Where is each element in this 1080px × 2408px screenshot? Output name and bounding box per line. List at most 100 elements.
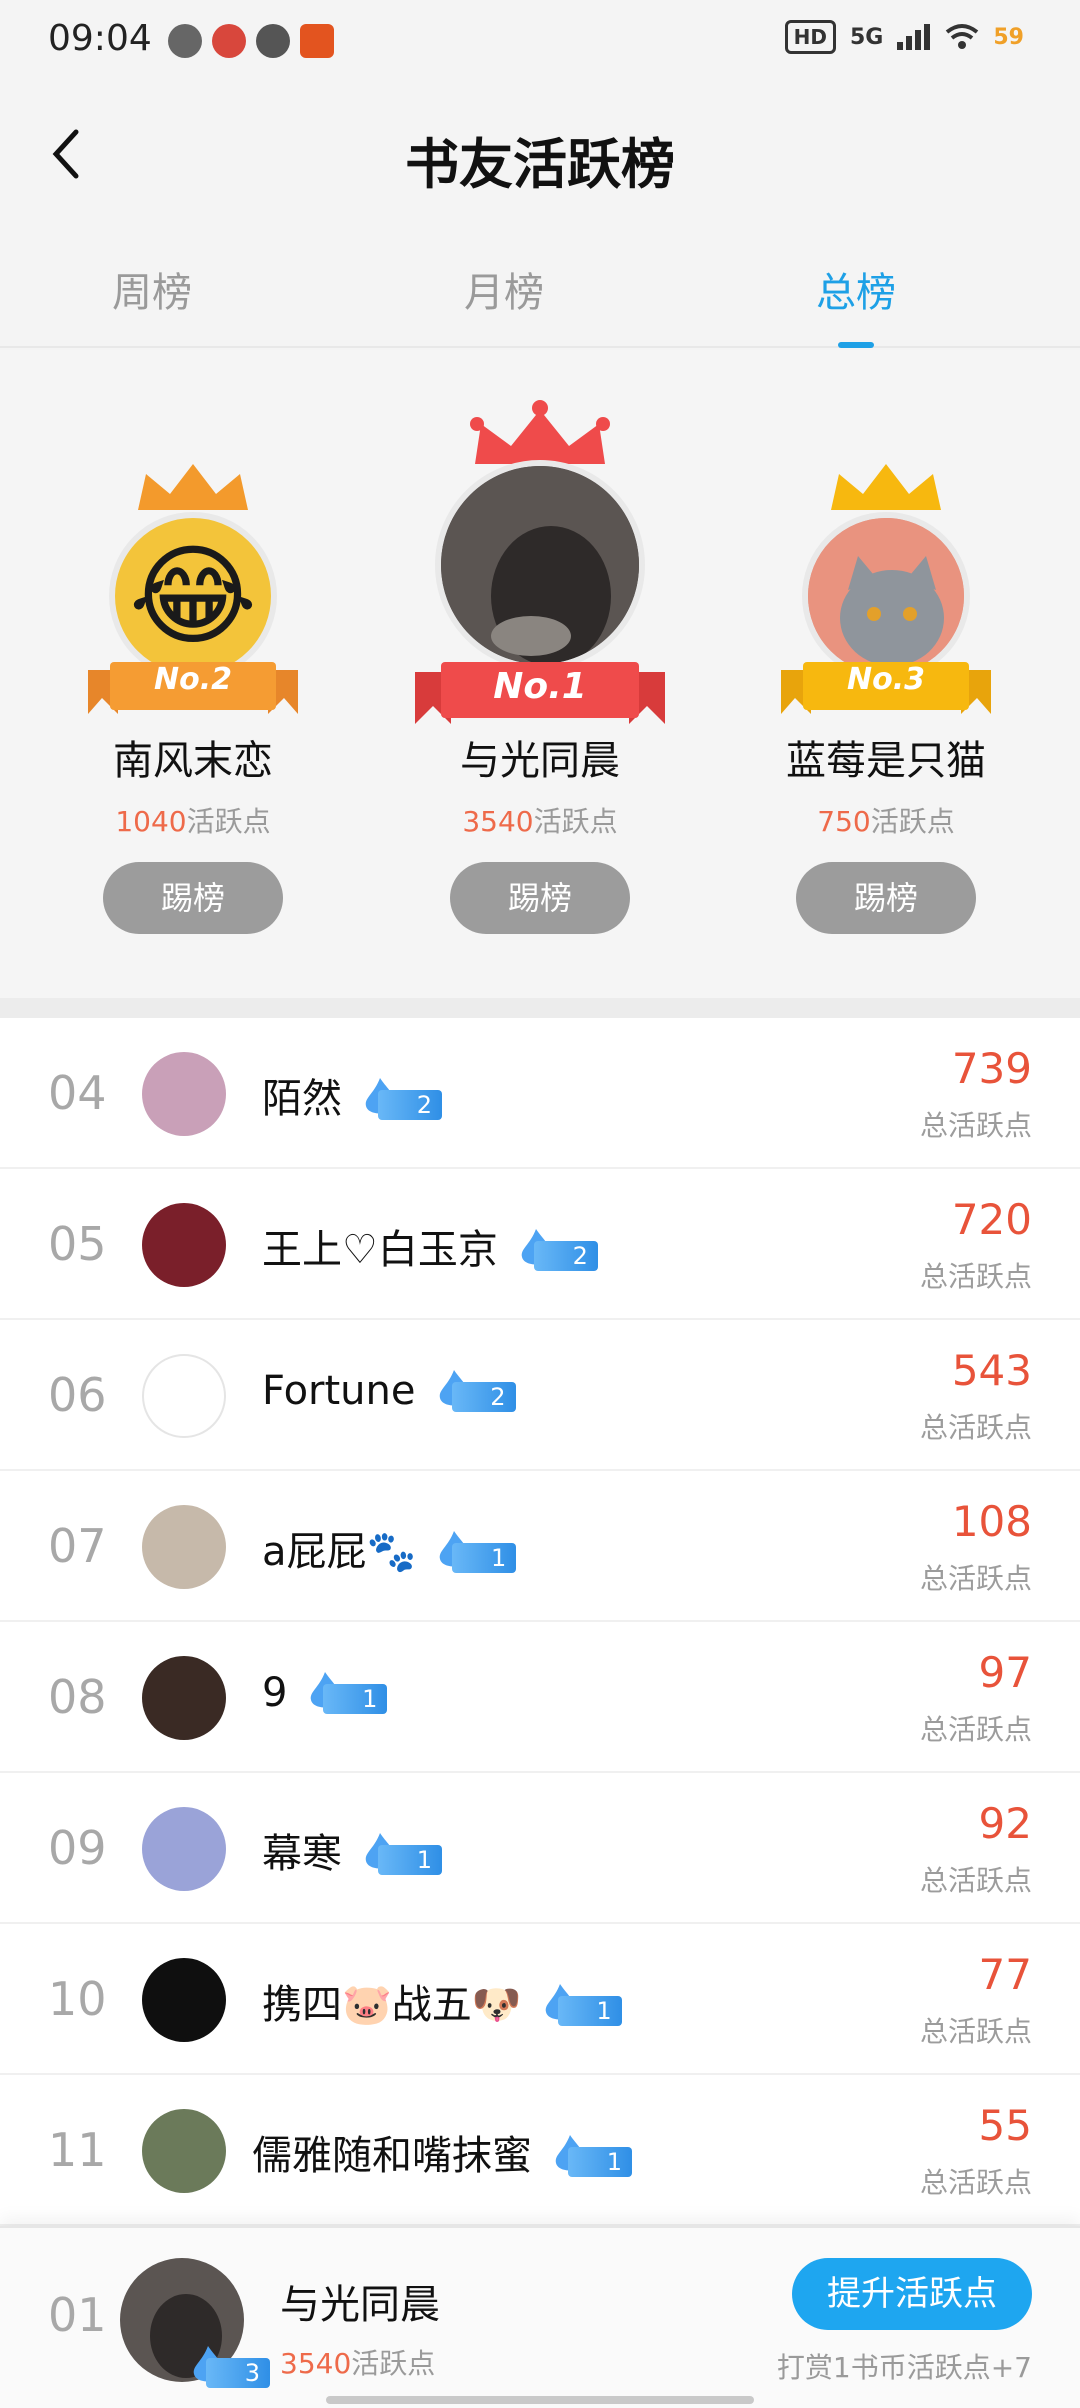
podium-first: No.1 与光同晨 3540活跃点 踢榜 [390,350,690,990]
podium-name: 蓝莓是只猫 [786,738,986,784]
list-item[interactable]: 07 a屁屁🐾 1 108 总活跃点 [0,1471,1080,1622]
rank-number: 09 [48,1821,107,1875]
podium-name: 与光同晨 [460,738,620,784]
score: 739 [951,1044,1032,1093]
tab-total[interactable]: 总榜 [756,260,956,318]
podium: 😂 No.2 南风末恋 1040活跃点 踢榜 No.1 与光同晨 3540活跃点… [0,350,1080,998]
list-item[interactable]: 06 Fortune 2 543 总活跃点 [0,1320,1080,1471]
rank-number: 04 [48,1066,107,1120]
user-name: 陌然 2 [262,1066,442,1124]
rank-number: 08 [48,1670,107,1724]
level-badge: 2 [516,1229,598,1271]
podium-second: 😂 No.2 南风末恋 1040活跃点 踢榜 [43,350,343,990]
user-name: Fortune 2 [262,1368,516,1414]
level-badge: 1 [360,1833,442,1875]
list-item[interactable]: 05 王上♡白玉京 2 720 总活跃点 [0,1169,1080,1320]
score-label: 总活跃点 [919,1864,1032,1897]
home-indicator[interactable] [326,2396,754,2404]
score-label: 总活跃点 [919,1562,1032,1595]
score: 77 [978,1950,1032,1999]
avatar[interactable] [435,460,645,670]
hd-icon: HD [784,20,836,54]
signal-icon: 5G [850,24,884,50]
score: 92 [978,1799,1032,1848]
user-name: 91 [262,1670,388,1716]
level-badge: 1 [540,1984,622,2026]
score-label: 总活跃点 [919,2015,1032,2048]
user-name: 儒雅随和嘴抹蜜 1 [252,2123,632,2181]
level-badge: 3 [188,2346,270,2388]
rank-badge: No.1 [493,666,587,707]
boost-activity-button[interactable]: 提升活跃点 [792,2258,1032,2330]
score: 55 [978,2101,1032,2150]
podium-points: 3540活跃点 [462,805,618,838]
section-divider [0,998,1080,1018]
avatar[interactable] [142,1505,226,1589]
score: 97 [978,1648,1032,1697]
level-badge: 2 [360,1078,442,1120]
app-icon [300,24,334,58]
rank-number: 05 [48,1217,107,1271]
level-badge: 1 [305,1672,388,1714]
avatar[interactable] [142,1958,226,2042]
user-name: 携四🐷战五🐶 1 [262,1972,622,2030]
score: 108 [951,1497,1032,1546]
avatar[interactable] [142,2109,226,2193]
avatar[interactable] [142,1656,226,1740]
level-badge: 1 [434,1531,517,1573]
my-name: 与光同晨 [280,2282,440,2328]
tab-weekly[interactable]: 周榜 [52,260,252,318]
kick-button[interactable]: 踢榜 [103,862,283,934]
my-rank-number: 01 [48,2288,107,2342]
score: 720 [951,1195,1032,1244]
crown-icon [470,400,610,464]
user-name: 王上♡白玉京 2 [262,1217,598,1275]
level-badge: 2 [434,1370,516,1412]
score-label: 总活跃点 [919,1260,1032,1293]
kick-button[interactable]: 踢榜 [796,862,976,934]
signal-bars-icon [897,24,931,50]
user-name: a屁屁🐾 1 [262,1519,517,1577]
rank-number: 11 [48,2123,107,2177]
user-name: 幕寒 1 [262,1821,442,1879]
map-icon [212,24,246,58]
score-label: 总活跃点 [919,1411,1032,1444]
active-tab-indicator [838,342,874,348]
score-label: 总活跃点 [919,1713,1032,1746]
podium-third: No.3 蓝莓是只猫 750活跃点 踢榜 [736,350,1036,990]
rank-badge: No.2 [154,662,232,697]
rank-list: 04 陌然 2 739 总活跃点 05 王上♡白玉京 2 720 总活跃点 06 F… [0,1018,1080,2226]
boost-hint: 打赏1书币活跃点+7 [776,2351,1032,2384]
podium-points: 750活跃点 [817,805,955,838]
list-item[interactable]: 11 儒雅随和嘴抹蜜 1 55 总活跃点 [0,2075,1080,2226]
avatar[interactable] [142,1354,226,1438]
status-right: HD 5G 59 [784,20,1024,54]
rank-number: 07 [48,1519,107,1573]
kick-button[interactable]: 踢榜 [450,862,630,934]
list-item[interactable]: 09 幕寒 1 92 总活跃点 [0,1773,1080,1924]
avatar[interactable] [142,1052,226,1136]
score-label: 总活跃点 [919,2166,1032,2199]
score-label: 总活跃点 [919,1109,1032,1142]
status-time: 09:04 [48,18,152,59]
crown-icon [138,464,248,510]
avatar[interactable] [142,1807,226,1891]
list-item[interactable]: 10 携四🐷战五🐶 1 77 总活跃点 [0,1924,1080,2075]
page-title: 书友活跃榜 [405,133,675,196]
rank-number: 06 [48,1368,107,1422]
rank-number: 10 [48,1972,107,2026]
rank-badge: No.3 [847,662,925,697]
tab-monthly[interactable]: 月榜 [404,260,604,318]
score: 543 [951,1346,1032,1395]
my-points: 3540活跃点 [280,2347,436,2380]
list-item[interactable]: 08 91 97 总活跃点 [0,1622,1080,1773]
header: 书友活跃榜 [0,80,1080,230]
avatar[interactable] [142,1203,226,1287]
status-bar: 09:04 HD 5G 59 [0,0,1080,80]
podium-points: 1040活跃点 [115,805,271,838]
wechat-icon [168,24,202,58]
tab-bar: 周榜 月榜 总榜 [0,230,1080,348]
list-item[interactable]: 04 陌然 2 739 总活跃点 [0,1018,1080,1169]
podium-name: 南风末恋 [113,738,273,784]
wifi-icon [946,24,979,49]
